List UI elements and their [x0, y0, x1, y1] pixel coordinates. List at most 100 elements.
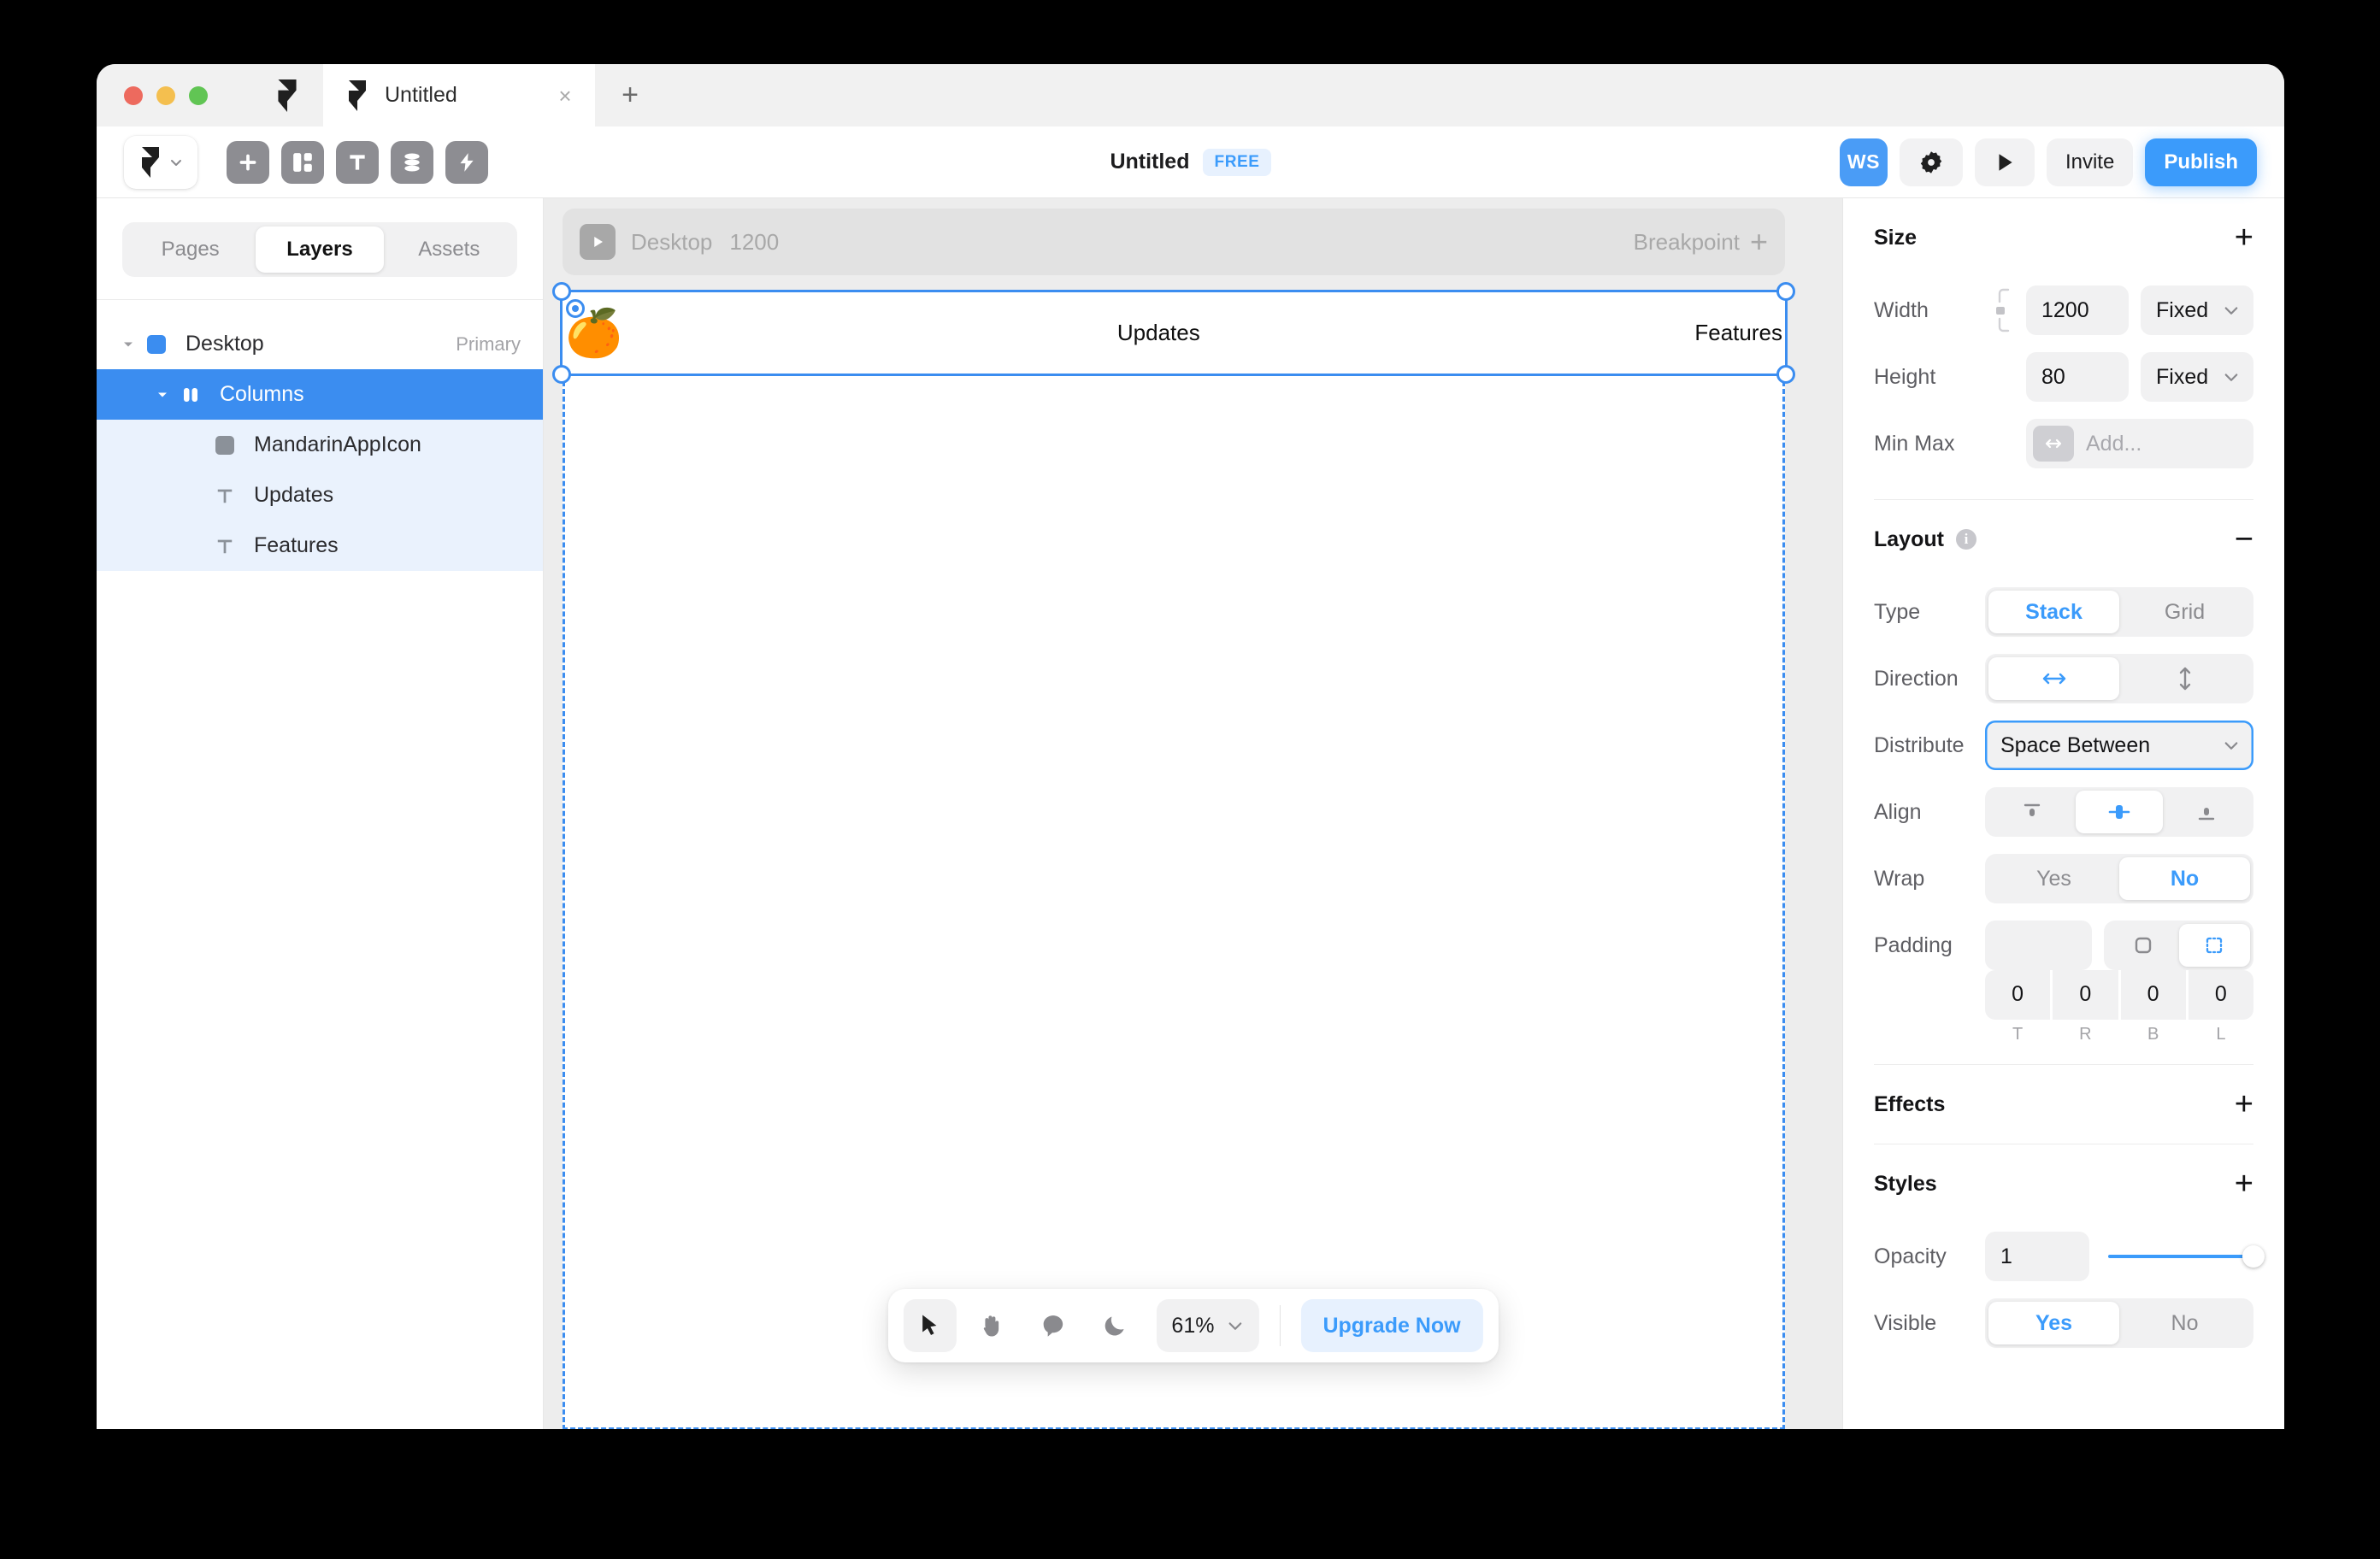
padding-uniform-icon[interactable] [2107, 924, 2179, 967]
row-visible: Visible Yes No [1874, 1290, 2253, 1356]
selected-columns-frame[interactable]: 🍊 Updates Features [552, 282, 1795, 384]
avatar[interactable]: WS [1839, 138, 1888, 186]
hand-tool[interactable] [964, 1299, 1017, 1352]
padding-individual-icon[interactable] [2178, 924, 2250, 967]
upgrade-now-button[interactable]: Upgrade Now [1300, 1299, 1483, 1352]
cursor-tool[interactable] [903, 1299, 957, 1352]
height-input[interactable]: 80 [2026, 352, 2129, 402]
browser-tab[interactable]: Untitled × [323, 64, 595, 126]
chevron-down-icon [1228, 1322, 1241, 1330]
origin-handle[interactable] [566, 299, 585, 318]
comment-tool[interactable] [1026, 1299, 1079, 1352]
link-lock-icon[interactable] [1985, 285, 2026, 336]
layer-row-columns[interactable]: Columns [97, 369, 543, 420]
direction-horizontal-icon[interactable] [1988, 657, 2119, 700]
add-style-button[interactable]: + [2235, 1168, 2253, 1200]
play-icon[interactable] [1974, 138, 2035, 186]
maximize-window-button[interactable] [189, 85, 208, 105]
resize-handle-bottom-left[interactable] [552, 365, 571, 384]
effects-icon[interactable] [445, 140, 488, 184]
cms-icon[interactable] [391, 140, 433, 184]
framer-logo-icon [349, 79, 366, 111]
distribute-value: Space Between [2000, 732, 2151, 757]
tab-pages[interactable]: Pages [127, 226, 254, 273]
slider-knob[interactable] [2242, 1245, 2265, 1268]
publish-button[interactable]: Publish [2145, 138, 2257, 186]
invite-button[interactable]: Invite [2046, 138, 2134, 186]
info-icon[interactable]: i [1955, 529, 1976, 550]
add-effect-button[interactable]: + [2235, 1088, 2253, 1121]
layer-row-updates[interactable]: Updates [97, 470, 543, 521]
distribute-dropdown[interactable]: Space Between [1985, 721, 2253, 770]
breakpoint-header[interactable]: Desktop 1200 Breakpoint + [563, 209, 1785, 275]
padding-label: Padding [1874, 932, 1953, 957]
width-input[interactable]: 1200 [2026, 285, 2129, 335]
framer-menu-button[interactable] [124, 135, 197, 189]
close-icon[interactable]: × [554, 85, 576, 107]
layer-row-features[interactable]: Features [97, 521, 543, 571]
resize-handle-top-right[interactable] [1776, 282, 1795, 301]
layer-name: Features [254, 533, 339, 557]
resize-handle-bottom-right[interactable] [1776, 365, 1795, 384]
breakpoint-actions: Breakpoint + [1634, 226, 1768, 256]
stack-columns-icon [174, 385, 208, 405]
padding-bottom-input[interactable]: 0 [2120, 969, 2186, 1020]
padding-top-input[interactable]: 0 [1985, 969, 2051, 1020]
zoom-level-dropdown[interactable]: 61% [1156, 1299, 1259, 1352]
gear-icon[interactable] [1899, 138, 1963, 186]
visible-toggle: Yes No [1985, 1298, 2253, 1348]
layout-icon[interactable] [281, 140, 324, 184]
opacity-input[interactable]: 1 [1985, 1232, 2089, 1281]
layer-row-desktop[interactable]: Desktop Primary [97, 319, 543, 369]
collapse-layout-button[interactable]: − [2235, 523, 2253, 556]
tab-assets[interactable]: Assets [386, 226, 513, 273]
breakpoint-name: Desktop [631, 228, 713, 255]
section-header-layout: Layout i − [1874, 500, 2253, 579]
min-max-arrows-icon [2033, 426, 2074, 462]
row-opacity: Opacity 1 [1874, 1223, 2265, 1290]
wrap-option-no[interactable]: No [2119, 857, 2250, 900]
padding-right-input[interactable]: 0 [2053, 969, 2118, 1020]
wrap-option-yes[interactable]: Yes [1988, 857, 2119, 900]
opacity-slider[interactable] [2089, 1245, 2265, 1268]
padding-left-input[interactable]: 0 [2188, 969, 2253, 1020]
align-center-icon[interactable] [2076, 791, 2163, 833]
minimize-window-button[interactable] [156, 85, 175, 105]
add-size-button[interactable]: + [2235, 221, 2253, 254]
chevron-down-icon[interactable] [117, 338, 139, 351]
layer-name: Updates [254, 483, 334, 507]
canvas-toolbar: 61% Upgrade Now [887, 1289, 1499, 1362]
align-top-icon[interactable] [1988, 791, 2076, 833]
padding-label-t: T [2012, 1024, 2024, 1044]
visible-option-no[interactable]: No [2119, 1302, 2250, 1344]
distribute-label: Distribute [1874, 732, 1965, 757]
padding-all-input[interactable] [1985, 921, 2092, 970]
insert-icon[interactable] [227, 140, 269, 184]
add-breakpoint-button[interactable]: + [1750, 226, 1768, 256]
type-option-stack[interactable]: Stack [1988, 591, 2119, 633]
left-sidebar: Pages Layers Assets Desktop Primary Colu… [97, 198, 544, 1429]
visible-option-yes[interactable]: Yes [1988, 1302, 2119, 1344]
direction-vertical-icon[interactable] [2119, 657, 2250, 700]
width-mode-dropdown[interactable]: Fixed [2141, 285, 2253, 335]
layer-row-mandarinappicon[interactable]: MandarinAppIcon [97, 420, 543, 470]
new-tab-button[interactable]: + [595, 64, 665, 126]
resize-handle-top-left[interactable] [552, 282, 571, 301]
align-label: Align [1874, 799, 1922, 824]
width-label: Width [1874, 297, 1929, 322]
height-mode-dropdown[interactable]: Fixed [2141, 352, 2253, 402]
wrap-label: Wrap [1874, 866, 1925, 891]
design-canvas[interactable]: Desktop 1200 Breakpoint + 🍊 Updates Feat… [544, 198, 1842, 1429]
visible-label: Visible [1874, 1310, 1937, 1335]
text-icon[interactable] [336, 140, 379, 184]
close-window-button[interactable] [124, 85, 143, 105]
type-option-grid[interactable]: Grid [2119, 591, 2250, 633]
tab-layers[interactable]: Layers [256, 226, 384, 273]
dark-mode-toggle[interactable] [1087, 1299, 1140, 1352]
chevron-down-icon[interactable] [151, 388, 174, 402]
minmax-field[interactable]: Add... [2026, 419, 2253, 468]
layer-tree: Desktop Primary Columns MandarinAppIcon … [97, 300, 543, 571]
desktop-frame-body[interactable] [563, 374, 1785, 1429]
align-bottom-icon[interactable] [2163, 791, 2250, 833]
play-icon[interactable] [580, 224, 616, 260]
